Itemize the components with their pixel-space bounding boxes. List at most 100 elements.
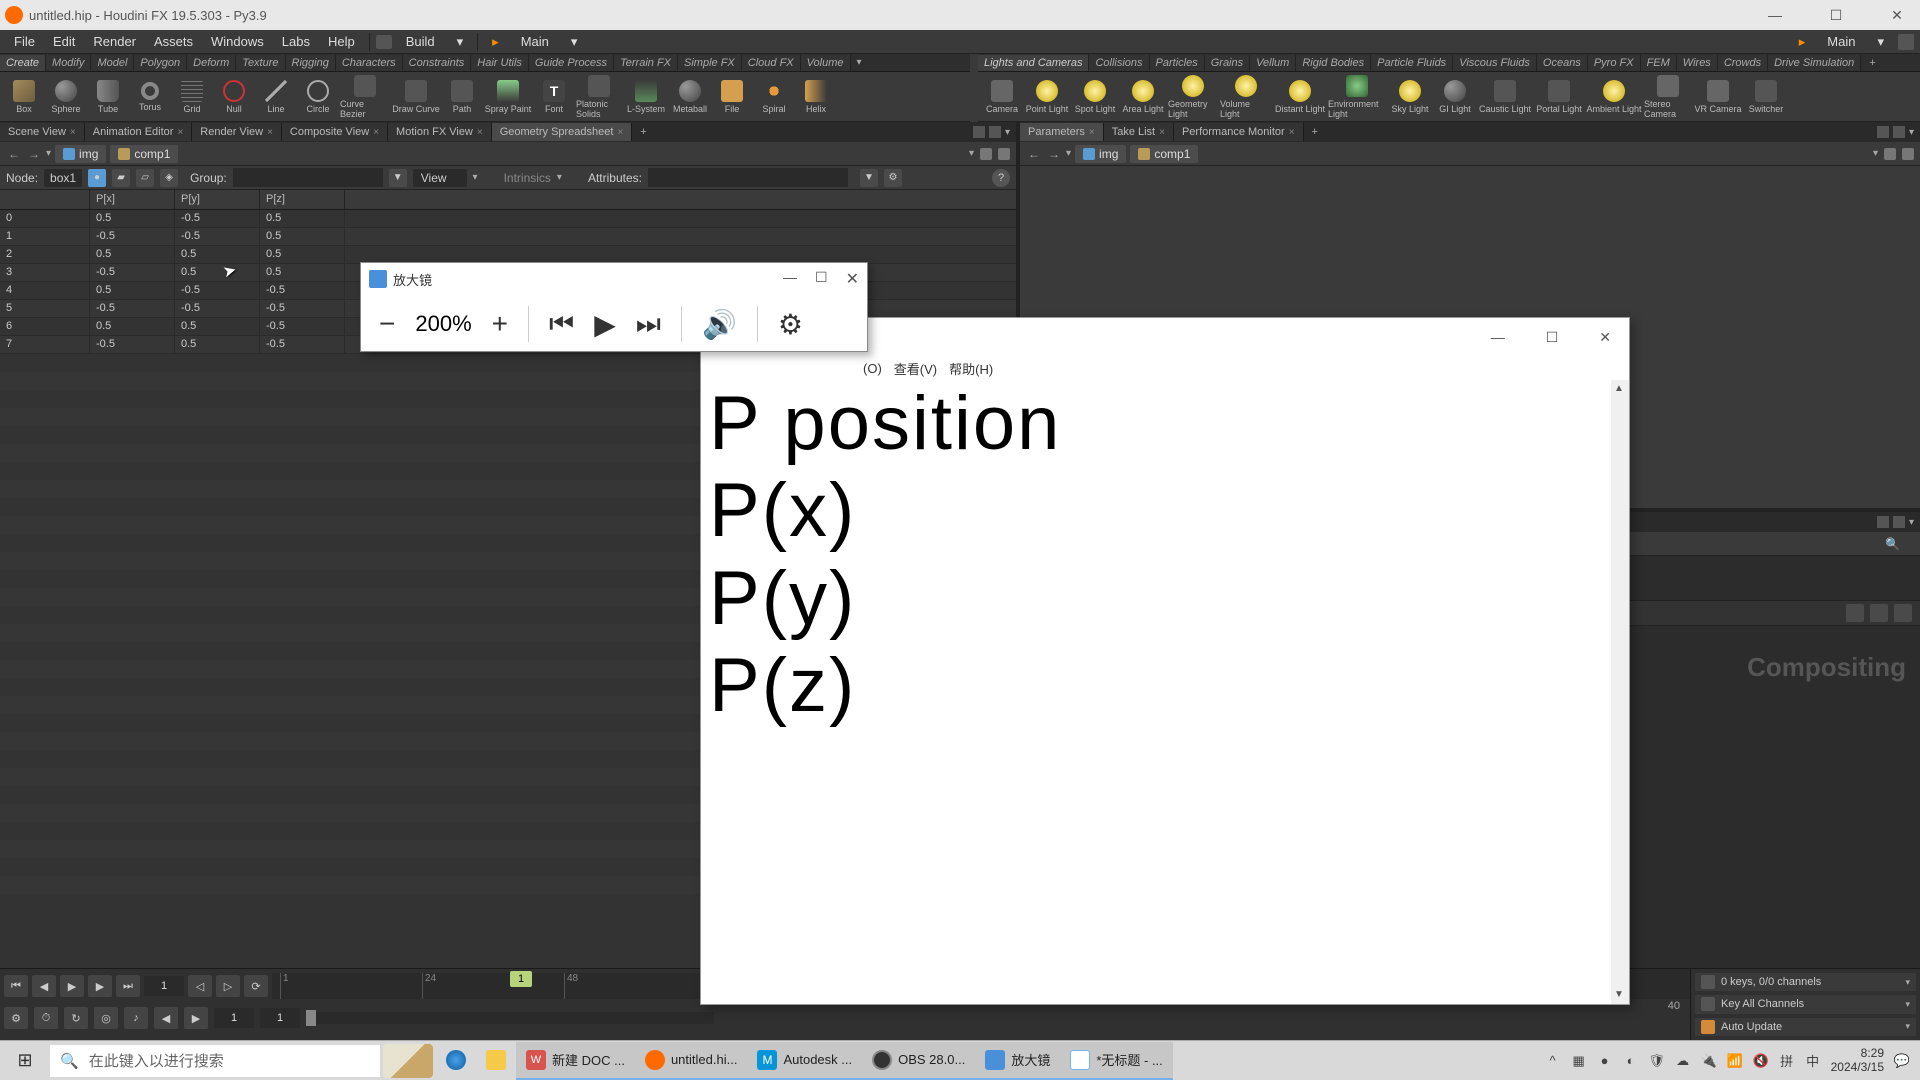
tab-render-view[interactable]: Render View× (192, 123, 282, 141)
shelf-line[interactable]: Line (256, 80, 296, 114)
close-icon[interactable]: × (617, 127, 623, 138)
shelf-point-light[interactable]: Point Light (1024, 80, 1070, 114)
start-button[interactable]: ⊞ (0, 1041, 50, 1080)
tab-scene-view[interactable]: Scene View× (0, 123, 85, 141)
menu-view[interactable]: 查看(V) (890, 357, 941, 380)
shelf-spot-light[interactable]: Spot Light (1072, 80, 1118, 114)
close-button[interactable]: ✕ (846, 269, 859, 289)
back-icon[interactable]: ← (6, 147, 22, 161)
play-button[interactable]: ▶ (594, 308, 616, 341)
tray-power-icon[interactable]: 🔌 (1701, 1053, 1717, 1069)
shelf-tab[interactable]: Modify (46, 55, 91, 71)
shelf-geo-light[interactable]: Geometry Light (1168, 75, 1218, 119)
tray-up-icon[interactable]: ^ (1545, 1053, 1561, 1069)
menu-help[interactable]: Help (320, 31, 363, 52)
shelf-draw-curve[interactable]: Draw Curve (392, 80, 440, 114)
shelf-add-icon[interactable]: + (1861, 55, 1883, 71)
back-icon[interactable]: ← (1026, 147, 1042, 161)
menu-help[interactable]: 帮助(H) (945, 357, 997, 380)
close-icon[interactable]: × (373, 127, 379, 138)
minimize-button[interactable]: — (1757, 3, 1793, 27)
minimize-button[interactable]: — (1483, 325, 1513, 349)
col-px[interactable]: P[x] (90, 190, 175, 209)
shelf-tab[interactable]: Crowds (1718, 55, 1768, 71)
chevron-down-icon[interactable]: ▾ (1873, 148, 1878, 159)
filter-icon[interactable]: ▼ (860, 169, 878, 187)
shelf-spray-paint[interactable]: Spray Paint (484, 80, 532, 114)
menu-assets[interactable]: Assets (146, 31, 201, 52)
tab-parameters[interactable]: Parameters× (1020, 123, 1104, 141)
shelf-torus[interactable]: Torus (130, 82, 170, 112)
chevron-down-icon[interactable]: ▾ (1909, 127, 1914, 138)
node-tool-icon[interactable] (1870, 604, 1888, 622)
loop-icon[interactable]: ↻ (64, 1007, 88, 1029)
intrinsics-dropdown[interactable]: Intrinsics (504, 171, 551, 185)
anim-options-icon[interactable]: ⚙ (4, 1007, 28, 1029)
tray-app-icon[interactable]: ◐ (1623, 1053, 1639, 1069)
expand-icon[interactable] (1902, 148, 1914, 160)
range-start-input[interactable] (214, 1008, 254, 1028)
menu-windows[interactable]: Windows (203, 31, 272, 52)
node-tool-icon[interactable] (1846, 604, 1864, 622)
pin-icon[interactable] (1884, 148, 1896, 160)
shelf-grid[interactable]: Grid (172, 80, 212, 114)
step-back-icon[interactable]: ◀ (154, 1007, 178, 1029)
attributes-input[interactable] (648, 168, 848, 187)
shelf-sky-light[interactable]: Sky Light (1388, 80, 1432, 114)
taskbar-item-maya[interactable]: MAutodesk ... (747, 1042, 862, 1080)
shelf-metaball[interactable]: Metaball (670, 80, 710, 114)
tray-wifi-icon[interactable]: 📶 (1727, 1053, 1743, 1069)
tab-take-list[interactable]: Take List× (1104, 123, 1174, 141)
shelf-tab[interactable]: Vellum (1250, 55, 1296, 71)
breadcrumb-seg[interactable]: comp1 (110, 145, 178, 163)
menu-format[interactable]: (O) (859, 359, 886, 378)
close-icon[interactable]: × (267, 127, 273, 138)
shelf-tab[interactable]: Hair Utils (471, 55, 529, 71)
tab-perf-monitor[interactable]: Performance Monitor× (1174, 123, 1304, 141)
chevron-down-icon[interactable]: ▾ (557, 172, 562, 183)
maximize-button[interactable]: ☐ (815, 269, 828, 289)
next-key-button[interactable]: ▷ (216, 975, 240, 997)
shelf-spiral[interactable]: Spiral (754, 80, 794, 114)
add-tab-icon[interactable]: + (1304, 123, 1326, 141)
node-field[interactable]: box1 (44, 169, 82, 187)
read-aloud-button[interactable]: 🔊 (702, 308, 737, 341)
play-back-button[interactable]: ▶ (60, 975, 84, 997)
shelf-helix[interactable]: Helix (796, 80, 836, 114)
view-dropdown[interactable]: View (413, 169, 467, 187)
shelf-tab[interactable]: Particle Fluids (1371, 55, 1453, 71)
shelf-platonic[interactable]: Platonic Solids (576, 75, 622, 119)
shelf-path[interactable]: Path (442, 80, 482, 114)
options-icon[interactable]: ⚙ (884, 169, 902, 187)
shelf-tab[interactable]: Simple FX (678, 55, 742, 71)
prev-button[interactable]: ⏮ (549, 308, 574, 341)
taskbar-search[interactable]: 🔍 在此键入以进行搜索 (50, 1045, 380, 1077)
menu-render[interactable]: Render (85, 31, 144, 52)
shelf-box[interactable]: Box (4, 80, 44, 114)
pane-opt-icon[interactable] (1893, 516, 1905, 528)
find-icon[interactable]: 🔍 (1885, 537, 1900, 551)
chevron-down-icon[interactable]: ▾ (473, 172, 478, 183)
prev-frame-button[interactable]: ◀ (32, 975, 56, 997)
magnifier-window[interactable]: 放大镜 — ☐ ✕ − 200% + ⏮ ▶ ⏭ 🔊 ⚙ (360, 262, 868, 352)
range-end-input[interactable] (260, 1008, 300, 1028)
prims-mode-icon[interactable]: ▱ (136, 169, 154, 187)
shelf-tab[interactable]: Drive Simulation (1768, 55, 1861, 71)
prev-key-button[interactable]: ◁ (188, 975, 212, 997)
menuset-selector[interactable]: ▸ Main ▾ (484, 31, 585, 53)
keys-row[interactable]: 0 keys, 0/0 channels ▾ (1695, 973, 1916, 991)
shelf-tab[interactable]: Viscous Fluids (1453, 55, 1537, 71)
close-button[interactable]: ✕ (1879, 3, 1915, 27)
chevron-down-icon[interactable]: ▾ (46, 148, 51, 159)
shelf-tab[interactable]: Lights and Cameras (978, 55, 1089, 71)
play-button[interactable]: ▶ (88, 975, 112, 997)
tray-onedrive-icon[interactable]: ☁ (1675, 1053, 1691, 1069)
tray-app-icon[interactable]: ▦ (1571, 1053, 1587, 1069)
shelf-font[interactable]: TFont (534, 80, 574, 114)
menu-edit[interactable]: Edit (45, 31, 83, 52)
chevron-down-icon[interactable]: ▾ (1905, 977, 1910, 988)
shelf-circle[interactable]: Circle (298, 80, 338, 114)
notepad-text-area[interactable]: P position P(x) P(y) P(z) ▲ ▼ (701, 380, 1629, 1004)
shelf-tab[interactable]: Model (91, 55, 134, 71)
scroll-up-icon[interactable]: ▲ (1611, 380, 1629, 398)
